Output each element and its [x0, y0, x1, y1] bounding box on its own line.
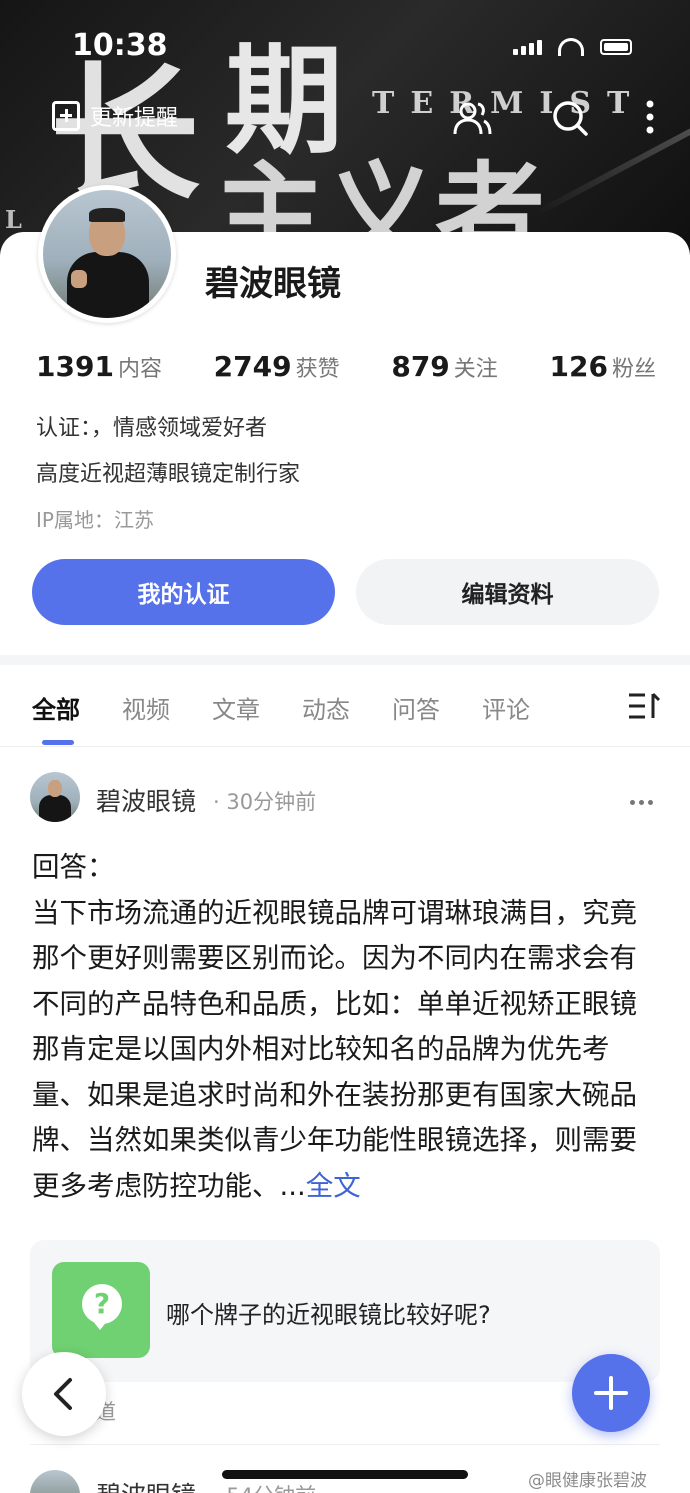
- tabs-bottom-line: [0, 746, 690, 747]
- search-icon[interactable]: [550, 98, 590, 138]
- stat-following[interactable]: 879 关注: [391, 350, 497, 383]
- post-author-name[interactable]: 碧波眼镜: [96, 782, 196, 818]
- banner-english-text: TERMIST: [372, 86, 646, 121]
- stat-content-count: 1391: [36, 350, 114, 383]
- tab-qa[interactable]: 问答: [392, 690, 482, 725]
- post-body-text: 回答： 当下市场流通的近视眼镜品牌可谓琳琅满目，究竟那个更好则需要区别而论。因为…: [32, 851, 637, 1202]
- post-author-avatar[interactable]: [30, 772, 80, 822]
- stat-following-count: 879: [391, 350, 450, 383]
- question-card[interactable]: ? 哪个牌子的近视眼镜比较好呢?: [30, 1240, 660, 1382]
- stat-likes-label: 获赞: [295, 357, 340, 382]
- question-title: 哪个牌子的近视眼镜比较好呢?: [166, 1301, 491, 1329]
- back-button[interactable]: [22, 1352, 106, 1436]
- wifi-icon: [558, 38, 584, 56]
- post-more-icon[interactable]: [630, 790, 660, 805]
- content-tabs: 全部 视频 文章 动态 问答 评论: [32, 690, 572, 725]
- add-square-icon: [52, 101, 80, 131]
- post2-author-name[interactable]: 碧波眼镜: [96, 1476, 196, 1493]
- question-icon: ?: [52, 1262, 150, 1358]
- watermark: @眼健康张碧波: [528, 1471, 647, 1491]
- post2-time: · 54分钟前: [213, 1480, 316, 1493]
- question-mark-icon: ?: [82, 1284, 122, 1324]
- signal-icon: [513, 39, 542, 55]
- profile-name: 碧波眼镜: [205, 264, 341, 304]
- banner-english-left: L: [5, 205, 22, 234]
- stat-likes-count: 2749: [213, 350, 292, 383]
- stat-content-label: 内容: [117, 357, 162, 382]
- tab-video[interactable]: 视频: [122, 690, 212, 725]
- read-full-link[interactable]: 全文: [306, 1170, 361, 1202]
- tab-all[interactable]: 全部: [32, 690, 122, 725]
- post2-author-avatar[interactable]: [30, 1470, 80, 1493]
- status-time: 10:38: [72, 28, 168, 63]
- stat-likes[interactable]: 2749 获赞: [214, 350, 340, 383]
- ip-location: IP属地：江苏: [36, 508, 154, 532]
- update-reminder-button[interactable]: 更新提醒: [52, 100, 178, 132]
- home-indicator: [222, 1470, 468, 1479]
- bio-verification: 认证：，情感领域爱好者: [36, 416, 268, 441]
- profile-stats: 1391 内容 2749 获赞 879 关注 126 粉丝: [36, 350, 656, 383]
- post-separator: [30, 1444, 660, 1445]
- tab-article[interactable]: 文章: [212, 690, 302, 725]
- question-bubble-tail: [92, 1320, 108, 1330]
- tab-updates[interactable]: 动态: [302, 690, 392, 725]
- post-time: · 30分钟前: [213, 790, 317, 814]
- tabs-menu-icon[interactable]: [627, 692, 661, 720]
- status-icons: [513, 38, 632, 56]
- stat-content[interactable]: 1391 内容: [36, 350, 162, 383]
- chevron-left-icon: [54, 1378, 72, 1410]
- my-verification-button[interactable]: 我的认证: [32, 559, 335, 625]
- stat-followers-count: 126: [549, 350, 608, 383]
- stat-followers[interactable]: 126 粉丝: [550, 350, 656, 383]
- users-icon[interactable]: [452, 98, 492, 138]
- update-reminder-label: 更新提醒: [90, 106, 179, 131]
- create-post-button[interactable]: [572, 1354, 650, 1432]
- section-divider: [0, 655, 690, 665]
- avatar-photo: [43, 190, 171, 318]
- stat-followers-label: 粉丝: [611, 357, 656, 382]
- tab-comments[interactable]: 评论: [482, 690, 572, 725]
- stat-following-label: 关注: [453, 357, 498, 382]
- battery-icon: [600, 39, 632, 55]
- tab-active-indicator: [42, 740, 74, 745]
- more-vertical-icon[interactable]: [640, 98, 660, 138]
- bio-description: 高度近视超薄眼镜定制行家: [36, 462, 301, 487]
- avatar[interactable]: [38, 185, 176, 323]
- edit-profile-button[interactable]: 编辑资料: [356, 559, 659, 625]
- post-body[interactable]: 回答： 当下市场流通的近视眼镜品牌可谓琳琅满目，究竟那个更好则需要区别而论。因为…: [32, 845, 658, 1209]
